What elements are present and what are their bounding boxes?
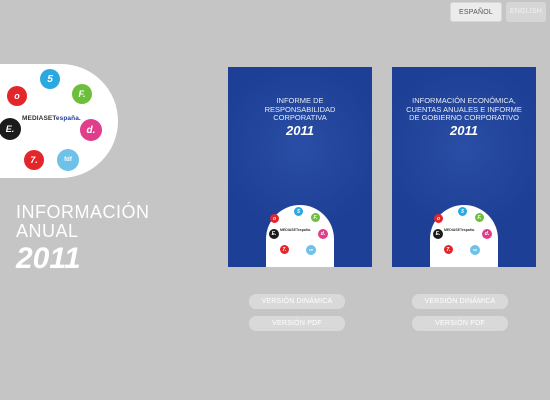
channel-telecinco-icon: 5: [458, 207, 467, 216]
cover-brand-name: MEDIASETespaña.: [444, 228, 475, 232]
channel-la7-icon: 7.: [280, 245, 289, 254]
cover-year: 2011: [286, 123, 314, 138]
channel-telecinco-icon: 5: [40, 69, 60, 89]
channel-boing-icon: fdf: [470, 245, 480, 255]
language-english-button[interactable]: ENGLISH: [506, 2, 546, 22]
report-1-pdf-version-button[interactable]: VERSIÓN PDF: [249, 316, 345, 331]
channel-la7-icon: 7.: [24, 150, 44, 170]
report-cover-responsabilidad[interactable]: INFORME DE RESPONSABILIDAD CORPORATIVA 2…: [228, 67, 372, 267]
cover-brand-name: MEDIASETespaña.: [280, 228, 311, 232]
cover-brand-logo: o 5 F. E. MEDIASETespaña. d. 7. fdf: [430, 205, 498, 267]
cover-year: 2011: [450, 123, 478, 138]
channel-energy-icon: E.: [269, 229, 279, 239]
annual-report-title: INFORMACIÓN ANUAL 2011: [16, 203, 150, 275]
title-line-2: ANUAL: [16, 221, 79, 241]
channel-divinity-icon: d.: [80, 119, 102, 141]
channel-boing-icon: fdf: [57, 149, 79, 171]
channel-factoria-icon: F.: [311, 213, 320, 222]
report-1-dynamic-version-button[interactable]: VERSIÓN DINÁMICA: [249, 294, 345, 309]
channel-telecinco-icon: 5: [294, 207, 303, 216]
channel-factoria-icon: F.: [72, 84, 92, 104]
title-line-1: INFORMACIÓN: [16, 202, 150, 222]
cover-brand-logo: o 5 F. E. MEDIASETespaña. d. 7. fdf: [266, 205, 334, 267]
channel-cuatro-icon: o: [270, 214, 279, 223]
report-2-dynamic-version-button[interactable]: VERSIÓN DINÁMICA: [412, 294, 508, 309]
channel-la7-icon: 7.: [444, 245, 453, 254]
channel-divinity-icon: d.: [482, 229, 492, 239]
brand-logo-card: o 5 F. E. MEDIASETespaña. d. 7. fdf: [0, 64, 118, 178]
channel-cuatro-icon: o: [434, 214, 443, 223]
channel-energy-icon: E.: [0, 118, 21, 140]
channel-energy-icon: E.: [433, 229, 443, 239]
language-switcher: ESPAÑOL ENGLISH: [450, 2, 546, 22]
channel-cuatro-icon: o: [7, 86, 27, 106]
report-cover-economica[interactable]: INFORMACIÓN ECONÓMICA, CUENTAS ANUALES E…: [392, 67, 536, 267]
language-spanish-button[interactable]: ESPAÑOL: [450, 2, 502, 22]
report-2-pdf-version-button[interactable]: VERSIÓN PDF: [412, 316, 508, 331]
title-year: 2011: [16, 242, 81, 275]
cover-title: INFORME DE RESPONSABILIDAD CORPORATIVA: [264, 96, 336, 122]
channel-divinity-icon: d.: [318, 229, 328, 239]
brand-name: MEDIASETespaña.: [22, 115, 81, 122]
channel-boing-icon: fdf: [306, 245, 316, 255]
cover-title: INFORMACIÓN ECONÓMICA, CUENTAS ANUALES E…: [406, 96, 522, 122]
channel-factoria-icon: F.: [475, 213, 484, 222]
